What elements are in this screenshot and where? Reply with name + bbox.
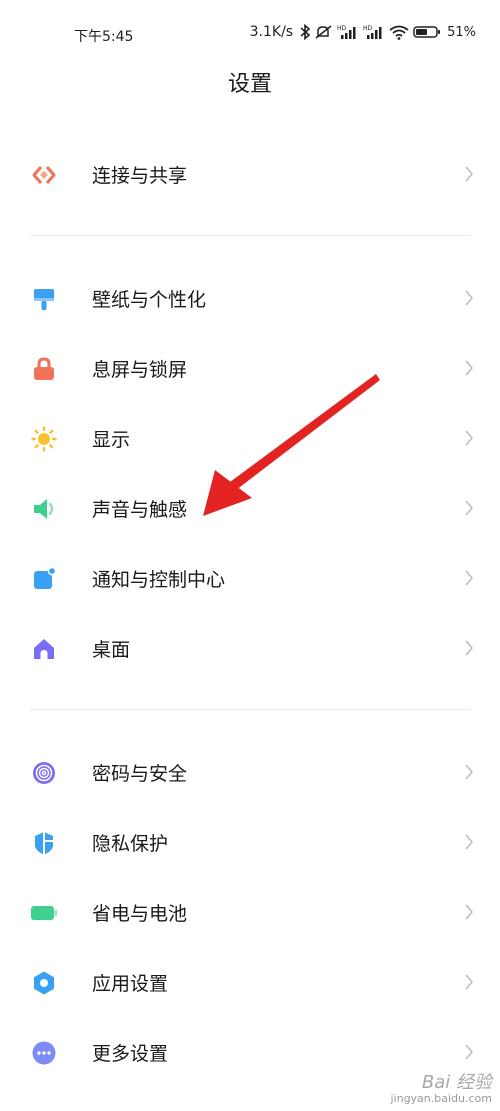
settings-item-display[interactable]: 显示 [0,407,500,469]
settings-item-label: 连接与共享 [92,165,188,187]
settings-item-label: 息屏与锁屏 [92,359,188,381]
svg-text:HD: HD [337,25,347,32]
mute-icon [315,24,333,40]
chevron-right-icon [464,763,474,785]
gear-icon [30,969,58,997]
watermark: Bai 经验 jingyan.baidu.com [390,1073,492,1105]
chevron-right-icon [464,569,474,591]
hd-signal-icon: HD [363,24,385,40]
bluetooth-icon [299,24,311,40]
chevron-right-icon [464,639,474,661]
svg-text:HD: HD [363,25,373,32]
settings-item-wallpaper-personalization[interactable]: 壁纸与个性化 [0,267,500,329]
chevron-right-icon [464,833,474,855]
group-divider [30,235,470,236]
lock-icon [30,355,58,383]
settings-item-password-security[interactable]: 密码与安全 [0,741,500,803]
settings-item-label: 省电与电池 [92,903,188,925]
chevron-right-icon [464,359,474,381]
settings-item-app-settings[interactable]: 应用设置 [0,951,500,1013]
settings-item-label: 桌面 [92,639,131,661]
settings-item-screen-lock[interactable]: 息屏与锁屏 [0,337,500,399]
home-icon [30,635,58,663]
settings-item-battery[interactable]: 省电与电池 [0,881,500,943]
settings-item-label: 密码与安全 [92,763,188,785]
chevron-right-icon [464,429,474,451]
settings-item-label: 显示 [92,429,131,451]
chevron-right-icon [464,903,474,925]
page-title: 设置 [227,72,272,97]
chevron-right-icon [464,973,474,995]
settings-item-label: 通知与控制中心 [92,569,226,591]
battery-icon [413,25,441,39]
chevron-right-icon [464,165,474,187]
speaker-icon [30,495,58,523]
settings-item-desktop[interactable]: 桌面 [0,617,500,679]
settings-item-label: 隐私保护 [92,833,169,855]
battery-percent: 51% [447,24,476,40]
sun-icon [30,425,58,453]
settings-item-privacy[interactable]: 隐私保护 [0,811,500,873]
settings-item-label: 应用设置 [92,973,169,995]
notification-icon [30,565,58,593]
settings-item-label: 壁纸与个性化 [92,289,207,311]
watermark-logo-text: Bai 经验 [421,1072,492,1094]
settings-item-sound-haptics[interactable]: 声音与触感 [0,477,500,539]
share-icon [30,161,58,189]
wifi-icon [389,24,409,40]
more-icon [30,1039,58,1067]
fingerprint-icon [30,759,58,787]
status-icons: 3.1K/s HD HD 51% [250,24,476,40]
status-time: 下午5:45 [74,29,134,45]
privacy-shield-icon [30,829,58,857]
network-speed: 3.1K/s [249,24,294,40]
settings-item-label: 更多设置 [92,1043,169,1065]
brush-icon [30,285,58,313]
battery-saver-icon [30,899,58,927]
settings-item-connection-sharing[interactable]: 连接与共享 [0,143,500,205]
chevron-right-icon [464,499,474,521]
hd-signal-icon: HD [337,24,359,40]
chevron-right-icon [464,289,474,311]
settings-item-label: 声音与触感 [92,499,188,521]
watermark-url: jingyan.baidu.com [390,1091,492,1105]
chevron-right-icon [464,1043,474,1065]
group-divider [30,709,470,710]
settings-item-notification-control-center[interactable]: 通知与控制中心 [0,547,500,609]
status-bar: 下午5:45 3.1K/s HD HD 51% [0,0,500,60]
